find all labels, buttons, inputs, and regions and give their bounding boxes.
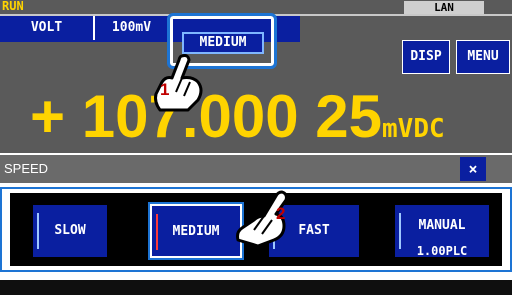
- measurement-reading: + 107.000 25mVDC: [30, 84, 445, 154]
- speed-fast-label: FAST: [298, 223, 330, 238]
- speed-manual-label: MANUAL: [418, 218, 466, 233]
- lan-indicator: LAN: [404, 1, 484, 15]
- volt-function-tab[interactable]: VOLT: [0, 18, 93, 38]
- pointer-hand-icon: [154, 54, 203, 112]
- close-button[interactable]: ×: [460, 157, 486, 181]
- range-tab[interactable]: 100mV: [95, 18, 168, 38]
- speed-medium-label: MEDIUM: [172, 224, 220, 239]
- speed-medium-button[interactable]: MEDIUM: [148, 202, 244, 260]
- callout-number-1: 1: [160, 80, 170, 99]
- indicator-bar: [37, 213, 39, 249]
- speed-slow-button[interactable]: SLOW: [32, 204, 108, 258]
- speed-dialog-title: SPEED: [4, 161, 49, 176]
- bottom-strip: [0, 280, 512, 295]
- run-status: RUN: [2, 0, 24, 13]
- reading-unit: mVDC: [382, 114, 445, 144]
- callout-number-2: 2: [276, 204, 286, 223]
- speed-tab[interactable]: MEDIUM: [182, 32, 264, 54]
- manual-plc-value: 1.00PLC: [416, 244, 468, 258]
- menu-button[interactable]: MENU: [456, 40, 510, 74]
- selected-indicator-bar: [156, 214, 158, 250]
- speed-slow-label: SLOW: [54, 223, 86, 238]
- disp-button[interactable]: DISP: [402, 40, 450, 74]
- speed-dialog-header: [0, 155, 512, 183]
